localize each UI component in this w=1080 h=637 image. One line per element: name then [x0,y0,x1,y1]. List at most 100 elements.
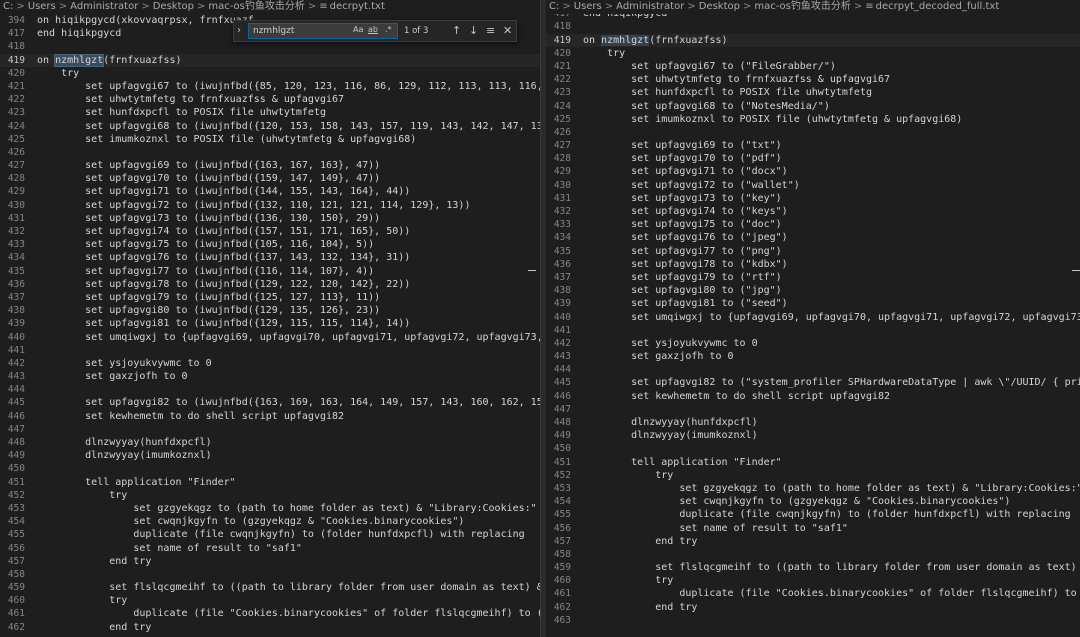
code-line[interactable]: 452 try [546,469,1080,482]
code-line[interactable]: 418 [546,20,1080,33]
code-line[interactable]: 451 tell application "Finder" [0,476,540,489]
code-line[interactable]: 429 set upfagvgi71 to (iwujnfbd({144, 15… [0,185,540,198]
code-line[interactable]: 459 set flslqcgmeihf to ((path to librar… [0,581,540,594]
regex-icon[interactable]: .* [385,25,392,34]
code-line[interactable]: 448 dlnzwyyay(hunfdxpcfl) [0,436,540,449]
code-line[interactable]: 447 [0,423,540,436]
code-line[interactable]: 430 set upfagvgi72 to (iwujnfbd({132, 11… [0,199,540,212]
code-line[interactable]: 446 set kewhemetm to do shell script upf… [546,390,1080,403]
code-line[interactable]: 456 set name of result to "saf1" [0,542,540,555]
code-line[interactable]: 425 set imumkoznxl to POSIX file (uhwtyt… [0,133,540,146]
editor-pane-left[interactable]: C: > Users > Administrator > Desktop > mac-os钓鱼攻… [0,0,540,637]
code-line[interactable]: 442 set ysjoyukvywmc to 0 [0,357,540,370]
code-line[interactable]: 455 duplicate (file cwqnjkgyfn) to (fold… [546,508,1080,521]
code-line[interactable]: 449 dlnzwyyay(imumkoznxl) [0,449,540,462]
code-line[interactable]: 437 set upfagvgi79 to (iwujnfbd({125, 12… [0,291,540,304]
code-line[interactable]: 438 set upfagvgi80 to ("jpg") [546,284,1080,297]
breadcrumb-item[interactable]: mac-os钓鱼攻击分析 [754,1,851,12]
code-line[interactable]: 423 set hunfdxpcfl to POSIX file uhwtytm… [0,106,540,119]
code-line[interactable]: 421 set upfagvgi67 to (iwujnfbd({85, 120… [0,80,540,93]
code-line[interactable]: 422 set uhwtytmfetg to frnfxuazfss & upf… [546,73,1080,86]
code-line[interactable]: 425 set imumkoznxl to POSIX file (uhwtyt… [546,113,1080,126]
code-line[interactable]: 448 dlnzwyyay(hunfdxpcfl) [546,416,1080,429]
code-line[interactable]: 450 [546,442,1080,455]
code-line[interactable]: 423 set hunfdxpcfl to POSIX file uhwtytm… [546,86,1080,99]
code-line[interactable]: 431 set upfagvgi73 to (iwujnfbd({136, 13… [0,212,540,225]
close-icon[interactable]: ✕ [503,24,512,37]
code-line[interactable]: 430 set upfagvgi72 to ("wallet") [546,179,1080,192]
breadcrumb-item[interactable]: C: [549,1,559,12]
breadcrumb-item[interactable]: Desktop [153,1,194,12]
code-line[interactable]: 453 set gzgyekqgz to (path to home folde… [0,502,540,515]
code-line[interactable]: 435 set upfagvgi77 to (iwujnfbd({116, 11… [0,265,540,278]
code-line[interactable]: 434 set upfagvgi76 to (iwujnfbd({137, 14… [0,251,540,264]
code-line[interactable]: 449 dlnzwyyay(imumkoznxl) [546,429,1080,442]
code-editor-right[interactable]: set upfagvgi62 to ("...")417end hiqikpgy… [546,0,1080,627]
code-line[interactable]: 457 end try [0,555,540,568]
code-line[interactable]: 437 set upfagvgi79 to ("rtf") [546,271,1080,284]
code-line[interactable]: 446 set kewhemetm to do shell script upf… [0,410,540,423]
code-line[interactable]: 439 set upfagvgi81 to (iwujnfbd({129, 11… [0,317,540,330]
code-editor-left[interactable]: 394 on hiqikpgycd(xkovvaqrpsx, frnfxuazf 4… [0,14,540,634]
code-line[interactable]: 436 set upfagvgi78 to ("kdbx") [546,258,1080,271]
code-line[interactable]: 450 [0,462,540,475]
editor-pane-right[interactable]: set upfagvgi62 to ("...")417end hiqikpgy… [546,0,1080,637]
code-line[interactable]: 442 set ysjoyukvywmc to 0 [546,337,1080,350]
code-line[interactable]: 438 set upfagvgi80 to (iwujnfbd({129, 13… [0,304,540,317]
code-line[interactable]: 428 set upfagvgi70 to (iwujnfbd({159, 14… [0,172,540,185]
code-line[interactable]: 443 set gaxzjofh to 0 [0,370,540,383]
code-line[interactable]: 436 set upfagvgi78 to (iwujnfbd({129, 12… [0,278,540,291]
code-line[interactable]: 459 set flslqcgmeihf to ((path to librar… [546,561,1080,574]
code-line[interactable]: 461 duplicate (file "Cookies.binarycooki… [0,607,540,620]
code-line[interactable]: 422 set uhwtytmfetg to frnfxuazfss & upf… [0,93,540,106]
code-line[interactable]: 444 [0,383,540,396]
breadcrumb-item[interactable]: Users [28,1,56,12]
code-line[interactable]: 441 [546,324,1080,337]
breadcrumb-file[interactable]: decrpyt_decoded_full.txt [876,1,1000,12]
code-line[interactable]: 454 set cwqnjkgyfn to (gzgyekqgz & "Cook… [0,515,540,528]
current-code-line[interactable]: 419 on nzmhlgzt(frnfxuazfss) [546,33,1080,47]
breadcrumb-item[interactable]: Desktop [699,1,740,12]
code-line[interactable]: 458 [0,568,540,581]
code-line[interactable]: 420 try [0,67,540,80]
code-line[interactable]: 433 set upfagvgi75 to (iwujnfbd({105, 11… [0,238,540,251]
code-line[interactable]: 440 set umqiwgxj to {upfagvgi69, upfagvg… [546,311,1080,324]
code-line[interactable]: 426 [0,146,540,159]
code-line[interactable]: 420 try [546,47,1080,60]
code-line[interactable]: 461 duplicate (file "Cookies.binarycooki… [546,587,1080,600]
code-line[interactable]: 451 tell application "Finder" [546,456,1080,469]
code-line[interactable]: 443 set gaxzjofh to 0 [546,350,1080,363]
code-line[interactable]: 444 [546,363,1080,376]
code-line[interactable]: 460 try [546,574,1080,587]
code-line[interactable]: 453 set gzgyekqgz to (path to home folde… [546,482,1080,495]
breadcrumb-item[interactable]: C: [3,1,13,12]
match-case-icon[interactable]: Aa [353,25,363,34]
whole-word-icon[interactable]: ab [368,25,378,34]
code-line[interactable]: 432 set upfagvgi74 to ("keys") [546,205,1080,218]
code-line[interactable]: 445 set upfagvgi82 to (iwujnfbd({163, 16… [0,396,540,409]
code-line[interactable]: 421 set upfagvgi67 to ("FileGrabber/") [546,60,1080,73]
code-line[interactable]: 418 [0,40,540,53]
code-line[interactable]: 429 set upfagvgi71 to ("docx") [546,165,1080,178]
code-line[interactable]: 455 duplicate (file cwqnjkgyfn) to (fold… [0,528,540,541]
breadcrumb-file[interactable]: decrpyt.txt [330,1,385,12]
code-line[interactable]: 445 set upfagvgi82 to ("system_profiler … [546,376,1080,389]
find-in-selection-icon[interactable]: ≡ [486,24,495,37]
code-line[interactable]: 424 set upfagvgi68 to (iwujnfbd({120, 15… [0,120,540,133]
code-line[interactable]: 431 set upfagvgi73 to ("key") [546,192,1080,205]
code-line[interactable]: 454 set cwqnjkgyfn to (gzgyekqgz & "Cook… [546,495,1080,508]
toggle-replace-icon[interactable]: › [237,25,241,36]
code-line[interactable]: 458 [546,548,1080,561]
code-line[interactable]: 426 [546,126,1080,139]
code-line[interactable]: 433 set upfagvgi75 to ("doc") [546,218,1080,231]
code-line[interactable]: 447 [546,403,1080,416]
previous-match-icon[interactable]: ↑ [452,24,461,37]
code-line[interactable]: 462 end try [546,601,1080,614]
breadcrumb-item[interactable]: mac-os钓鱼攻击分析 [208,1,305,12]
code-line[interactable]: 452 try [0,489,540,502]
breadcrumb-item[interactable]: Administrator [70,1,138,12]
breadcrumb-item[interactable]: Users [574,1,602,12]
code-line[interactable]: 424 set upfagvgi68 to ("NotesMedia/") [546,100,1080,113]
code-line[interactable]: 441 [0,344,540,357]
next-match-icon[interactable]: ↓ [469,24,478,37]
